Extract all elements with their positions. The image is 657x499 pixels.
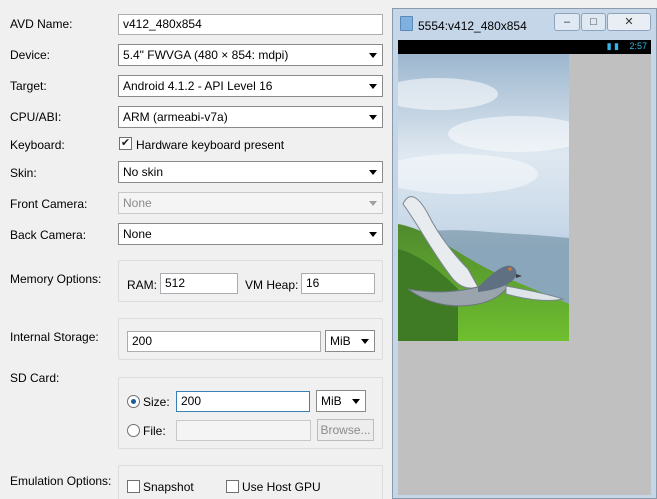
back-camera-value: None <box>123 227 152 241</box>
chevron-down-icon <box>352 399 360 404</box>
skin-select[interactable]: No skin <box>118 161 383 183</box>
cpu-abi-value: ARM (armeabi-v7a) <box>123 110 228 124</box>
pigeon-wallpaper <box>398 54 569 341</box>
hardware-keyboard-label: Hardware keyboard present <box>136 138 285 152</box>
wallpaper-image <box>398 54 569 341</box>
memory-options-label: Memory Options: <box>10 272 102 286</box>
sd-size-unit-select[interactable]: MiB <box>316 390 366 412</box>
chevron-down-icon <box>369 84 377 89</box>
sd-size-radio[interactable] <box>127 395 140 408</box>
sd-size-unit-value: MiB <box>321 394 342 408</box>
internal-storage-group: 200 MiB <box>118 318 383 360</box>
avd-form: AVD Name: v412_480x854 Device: 5.4" FWVG… <box>0 0 392 499</box>
sd-file-radio[interactable] <box>127 424 140 437</box>
status-clock: 2:57 <box>629 41 647 51</box>
minimize-button[interactable]: – <box>554 13 580 31</box>
emulation-options-label: Emulation Options: <box>10 474 112 488</box>
chevron-down-icon <box>361 339 369 344</box>
vm-heap-label: VM Heap: <box>245 278 299 292</box>
status-icons: ▮ ▮ <box>606 41 619 51</box>
close-button[interactable]: ✕ <box>607 13 651 31</box>
skin-value: No skin <box>123 165 164 179</box>
cpu-abi-label: CPU/ABI: <box>10 110 62 124</box>
internal-storage-label: Internal Storage: <box>10 330 99 344</box>
snapshot-label: Snapshot <box>143 480 194 494</box>
chevron-down-icon <box>369 201 377 206</box>
skin-label: Skin: <box>10 166 37 180</box>
chevron-down-icon <box>369 115 377 120</box>
internal-storage-unit-value: MiB <box>330 334 351 348</box>
emulation-options-group: Snapshot Use Host GPU <box>118 465 383 499</box>
cpu-abi-select[interactable]: ARM (armeabi-v7a) <box>118 106 383 128</box>
ram-input[interactable]: 512 <box>160 273 238 294</box>
chevron-down-icon <box>369 53 377 58</box>
front-camera-label: Front Camera: <box>10 197 88 211</box>
sd-file-label: File: <box>143 424 166 438</box>
avd-name-input[interactable]: v412_480x854 <box>118 14 383 35</box>
back-camera-label: Back Camera: <box>10 228 87 242</box>
emulator-screen[interactable]: ▮ ▮ 2:57 <box>398 40 651 495</box>
front-camera-value: None <box>123 196 152 210</box>
target-select[interactable]: Android 4.1.2 - API Level 16 <box>118 75 383 97</box>
emulator-window: 5554:v412_480x854 – □ ✕ ▮ ▮ 2:57 <box>392 8 657 499</box>
browse-button[interactable]: Browse... <box>317 419 374 441</box>
radio-dot-icon <box>131 399 136 404</box>
snapshot-checkbox[interactable] <box>127 480 140 493</box>
ram-label: RAM: <box>127 278 157 292</box>
device-label: Device: <box>10 48 51 62</box>
front-camera-select[interactable]: None <box>118 192 383 214</box>
android-status-bar: ▮ ▮ 2:57 <box>398 40 651 54</box>
keyboard-label: Keyboard: <box>10 138 65 152</box>
back-camera-select[interactable]: None <box>118 223 383 245</box>
use-host-gpu-label: Use Host GPU <box>242 480 321 494</box>
chevron-down-icon <box>369 170 377 175</box>
emulator-title: 5554:v412_480x854 <box>418 19 527 33</box>
internal-storage-unit-select[interactable]: MiB <box>325 330 375 352</box>
sd-size-label: Size: <box>143 395 170 409</box>
sd-card-group: Size: 200 MiB File: Browse... <box>118 377 383 449</box>
avd-name-label: AVD Name: <box>10 17 73 31</box>
target-value: Android 4.1.2 - API Level 16 <box>123 79 273 93</box>
device-value: 5.4" FWVGA (480 × 854: mdpi) <box>123 48 289 62</box>
device-select[interactable]: 5.4" FWVGA (480 × 854: mdpi) <box>118 44 383 66</box>
internal-storage-input[interactable]: 200 <box>127 331 321 352</box>
maximize-button[interactable]: □ <box>581 13 606 31</box>
target-label: Target: <box>10 79 47 93</box>
memory-options-group: RAM: 512 VM Heap: 16 <box>118 260 383 302</box>
hardware-keyboard-checkbox[interactable]: ✔ <box>119 137 132 150</box>
checkmark-icon: ✔ <box>120 137 131 149</box>
use-host-gpu-checkbox[interactable] <box>226 480 239 493</box>
vm-heap-input[interactable]: 16 <box>301 273 375 294</box>
sd-file-input[interactable] <box>176 420 311 441</box>
sd-card-label: SD Card: <box>10 371 60 385</box>
sd-size-input[interactable]: 200 <box>176 391 310 412</box>
chevron-down-icon <box>369 232 377 237</box>
window-icon <box>400 16 413 31</box>
